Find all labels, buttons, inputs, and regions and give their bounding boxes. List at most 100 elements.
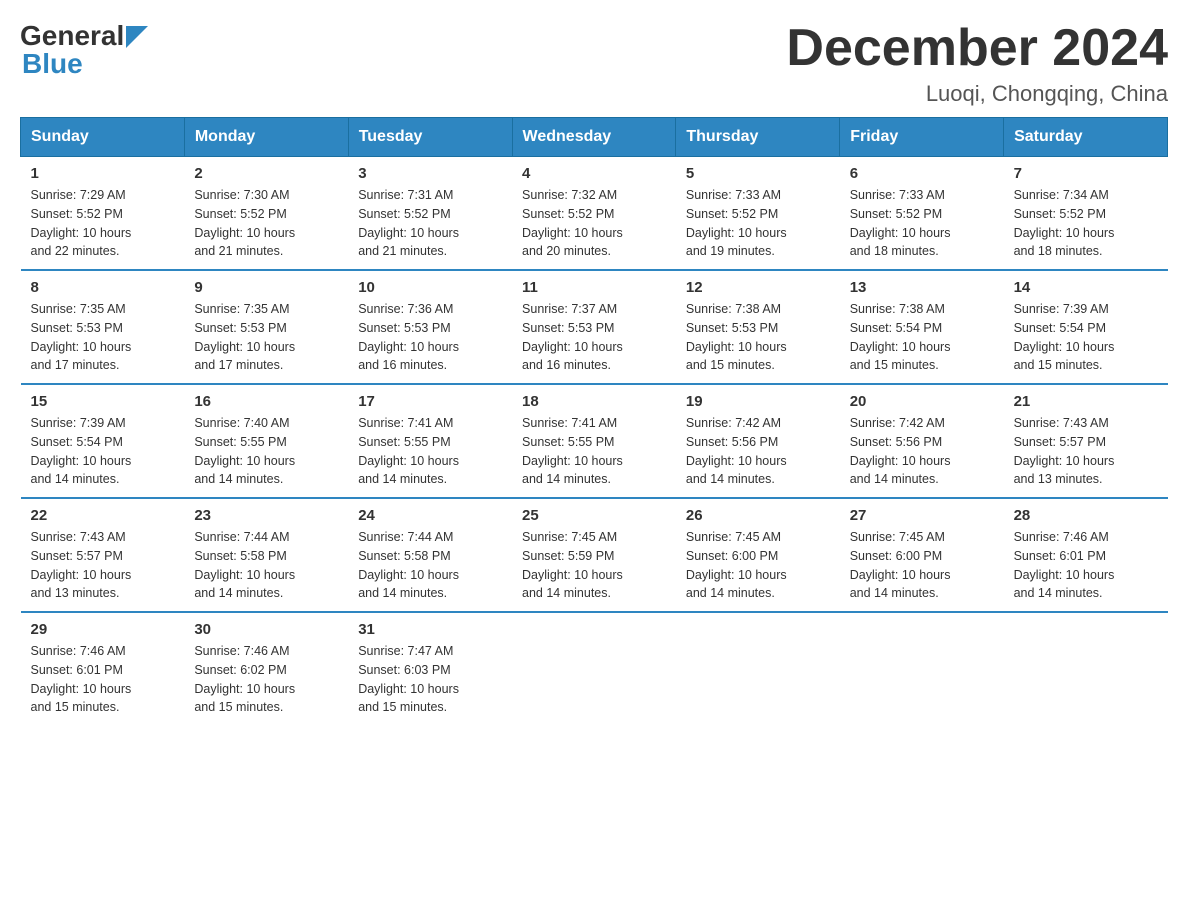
calendar-cell: 15 Sunrise: 7:39 AM Sunset: 5:54 PM Dayli… xyxy=(21,384,185,498)
day-number: 2 xyxy=(194,165,338,182)
day-number: 20 xyxy=(850,393,994,410)
day-number: 26 xyxy=(686,507,830,524)
day-info: Sunrise: 7:44 AM Sunset: 5:58 PM Dayligh… xyxy=(194,528,338,603)
day-number: 5 xyxy=(686,165,830,182)
day-number: 17 xyxy=(358,393,502,410)
calendar-cell: 3 Sunrise: 7:31 AM Sunset: 5:52 PM Daylig… xyxy=(348,157,512,271)
day-info: Sunrise: 7:39 AM Sunset: 5:54 PM Dayligh… xyxy=(31,414,175,489)
calendar-cell xyxy=(676,612,840,725)
calendar-cell: 31Sunrise: 7:47 AM Sunset: 6:03 PM Dayli… xyxy=(348,612,512,725)
day-number: 8 xyxy=(31,279,175,296)
day-number: 22 xyxy=(31,507,175,524)
day-info: Sunrise: 7:47 AM Sunset: 6:03 PM Dayligh… xyxy=(358,642,502,717)
day-number: 12 xyxy=(686,279,830,296)
calendar-cell: 18Sunrise: 7:41 AM Sunset: 5:55 PM Dayli… xyxy=(512,384,676,498)
day-info: Sunrise: 7:45 AM Sunset: 6:00 PM Dayligh… xyxy=(850,528,994,603)
calendar-cell: 20 Sunrise: 7:42 AM Sunset: 5:56 PM Dayli… xyxy=(840,384,1004,498)
calendar-cell: 10 Sunrise: 7:36 AM Sunset: 5:53 PM Dayli… xyxy=(348,270,512,384)
day-info: Sunrise: 7:46 AM Sunset: 6:01 PM Dayligh… xyxy=(1014,528,1158,603)
day-info: Sunrise: 7:35 AM Sunset: 5:53 PM Dayligh… xyxy=(194,300,338,375)
header-wednesday: Wednesday xyxy=(512,118,676,157)
calendar-cell: 29 Sunrise: 7:46 AM Sunset: 6:01 PM Dayli… xyxy=(21,612,185,725)
calendar-cell: 5 Sunrise: 7:33 AM Sunset: 5:52 PM Daylig… xyxy=(676,157,840,271)
day-number: 21 xyxy=(1014,393,1158,410)
header-row: Sunday Monday Tuesday Wednesday Thursday… xyxy=(21,118,1168,157)
day-info: Sunrise: 7:44 AM Sunset: 5:58 PM Dayligh… xyxy=(358,528,502,603)
calendar-cell: 21 Sunrise: 7:43 AM Sunset: 5:57 PM Dayli… xyxy=(1004,384,1168,498)
day-number: 15 xyxy=(31,393,175,410)
calendar-cell: 1Sunrise: 7:29 AM Sunset: 5:52 PM Daylig… xyxy=(21,157,185,271)
calendar-cell: 2Sunrise: 7:30 AM Sunset: 5:52 PM Daylig… xyxy=(184,157,348,271)
day-info: Sunrise: 7:46 AM Sunset: 6:02 PM Dayligh… xyxy=(194,642,338,717)
calendar-cell xyxy=(1004,612,1168,725)
day-number: 4 xyxy=(522,165,666,182)
calendar-cell: 23Sunrise: 7:44 AM Sunset: 5:58 PM Dayli… xyxy=(184,498,348,612)
location-subtitle: Luoqi, Chongqing, China xyxy=(786,81,1168,107)
calendar-body: 1Sunrise: 7:29 AM Sunset: 5:52 PM Daylig… xyxy=(21,157,1168,726)
calendar-header: Sunday Monday Tuesday Wednesday Thursday… xyxy=(21,118,1168,157)
logo-blue-text: Blue xyxy=(20,48,83,80)
day-info: Sunrise: 7:41 AM Sunset: 5:55 PM Dayligh… xyxy=(358,414,502,489)
day-number: 18 xyxy=(522,393,666,410)
day-number: 16 xyxy=(194,393,338,410)
day-info: Sunrise: 7:35 AM Sunset: 5:53 PM Dayligh… xyxy=(31,300,175,375)
calendar-cell: 30 Sunrise: 7:46 AM Sunset: 6:02 PM Dayli… xyxy=(184,612,348,725)
day-info: Sunrise: 7:31 AM Sunset: 5:52 PM Dayligh… xyxy=(358,186,502,261)
day-info: Sunrise: 7:46 AM Sunset: 6:01 PM Dayligh… xyxy=(31,642,175,717)
calendar-cell xyxy=(840,612,1004,725)
day-number: 6 xyxy=(850,165,994,182)
calendar-cell: 17 Sunrise: 7:41 AM Sunset: 5:55 PM Dayli… xyxy=(348,384,512,498)
day-number: 10 xyxy=(358,279,502,296)
calendar-cell: 28 Sunrise: 7:46 AM Sunset: 6:01 PM Dayli… xyxy=(1004,498,1168,612)
calendar-table: Sunday Monday Tuesday Wednesday Thursday… xyxy=(20,117,1168,725)
day-info: Sunrise: 7:38 AM Sunset: 5:54 PM Dayligh… xyxy=(850,300,994,375)
header-tuesday: Tuesday xyxy=(348,118,512,157)
day-info: Sunrise: 7:40 AM Sunset: 5:55 PM Dayligh… xyxy=(194,414,338,489)
title-block: December 2024 Luoqi, Chongqing, China xyxy=(786,20,1168,107)
week-row-2: 8 Sunrise: 7:35 AM Sunset: 5:53 PM Daylig… xyxy=(21,270,1168,384)
day-number: 3 xyxy=(358,165,502,182)
header-sunday: Sunday xyxy=(21,118,185,157)
day-info: Sunrise: 7:45 AM Sunset: 6:00 PM Dayligh… xyxy=(686,528,830,603)
week-row-1: 1Sunrise: 7:29 AM Sunset: 5:52 PM Daylig… xyxy=(21,157,1168,271)
day-number: 25 xyxy=(522,507,666,524)
calendar-cell: 25Sunrise: 7:45 AM Sunset: 5:59 PM Dayli… xyxy=(512,498,676,612)
week-row-5: 29 Sunrise: 7:46 AM Sunset: 6:01 PM Dayli… xyxy=(21,612,1168,725)
calendar-cell: 24 Sunrise: 7:44 AM Sunset: 5:58 PM Dayli… xyxy=(348,498,512,612)
calendar-cell: 11 Sunrise: 7:37 AM Sunset: 5:53 PM Dayli… xyxy=(512,270,676,384)
day-number: 28 xyxy=(1014,507,1158,524)
calendar-cell: 4Sunrise: 7:32 AM Sunset: 5:52 PM Daylig… xyxy=(512,157,676,271)
header-thursday: Thursday xyxy=(676,118,840,157)
calendar-cell: 16 Sunrise: 7:40 AM Sunset: 5:55 PM Dayli… xyxy=(184,384,348,498)
day-info: Sunrise: 7:36 AM Sunset: 5:53 PM Dayligh… xyxy=(358,300,502,375)
header-saturday: Saturday xyxy=(1004,118,1168,157)
week-row-4: 22 Sunrise: 7:43 AM Sunset: 5:57 PM Dayli… xyxy=(21,498,1168,612)
logo: General Blue xyxy=(20,20,148,80)
day-number: 24 xyxy=(358,507,502,524)
day-info: Sunrise: 7:43 AM Sunset: 5:57 PM Dayligh… xyxy=(31,528,175,603)
day-number: 13 xyxy=(850,279,994,296)
day-number: 29 xyxy=(31,621,175,638)
calendar-cell: 12 Sunrise: 7:38 AM Sunset: 5:53 PM Dayli… xyxy=(676,270,840,384)
day-number: 11 xyxy=(522,279,666,296)
header-monday: Monday xyxy=(184,118,348,157)
calendar-cell: 6 Sunrise: 7:33 AM Sunset: 5:52 PM Daylig… xyxy=(840,157,1004,271)
main-title: December 2024 xyxy=(786,20,1168,77)
day-number: 30 xyxy=(194,621,338,638)
calendar-cell: 22 Sunrise: 7:43 AM Sunset: 5:57 PM Dayli… xyxy=(21,498,185,612)
day-info: Sunrise: 7:39 AM Sunset: 5:54 PM Dayligh… xyxy=(1014,300,1158,375)
calendar-cell: 8 Sunrise: 7:35 AM Sunset: 5:53 PM Daylig… xyxy=(21,270,185,384)
calendar-cell: 19Sunrise: 7:42 AM Sunset: 5:56 PM Dayli… xyxy=(676,384,840,498)
day-info: Sunrise: 7:33 AM Sunset: 5:52 PM Dayligh… xyxy=(686,186,830,261)
day-number: 9 xyxy=(194,279,338,296)
page-header: General Blue December 2024 Luoqi, Chongq… xyxy=(20,20,1168,107)
logo-arrow-icon xyxy=(126,26,148,48)
day-info: Sunrise: 7:43 AM Sunset: 5:57 PM Dayligh… xyxy=(1014,414,1158,489)
day-info: Sunrise: 7:38 AM Sunset: 5:53 PM Dayligh… xyxy=(686,300,830,375)
calendar-cell: 9 Sunrise: 7:35 AM Sunset: 5:53 PM Daylig… xyxy=(184,270,348,384)
day-info: Sunrise: 7:37 AM Sunset: 5:53 PM Dayligh… xyxy=(522,300,666,375)
day-number: 27 xyxy=(850,507,994,524)
day-info: Sunrise: 7:33 AM Sunset: 5:52 PM Dayligh… xyxy=(850,186,994,261)
day-info: Sunrise: 7:42 AM Sunset: 5:56 PM Dayligh… xyxy=(850,414,994,489)
calendar-cell xyxy=(512,612,676,725)
